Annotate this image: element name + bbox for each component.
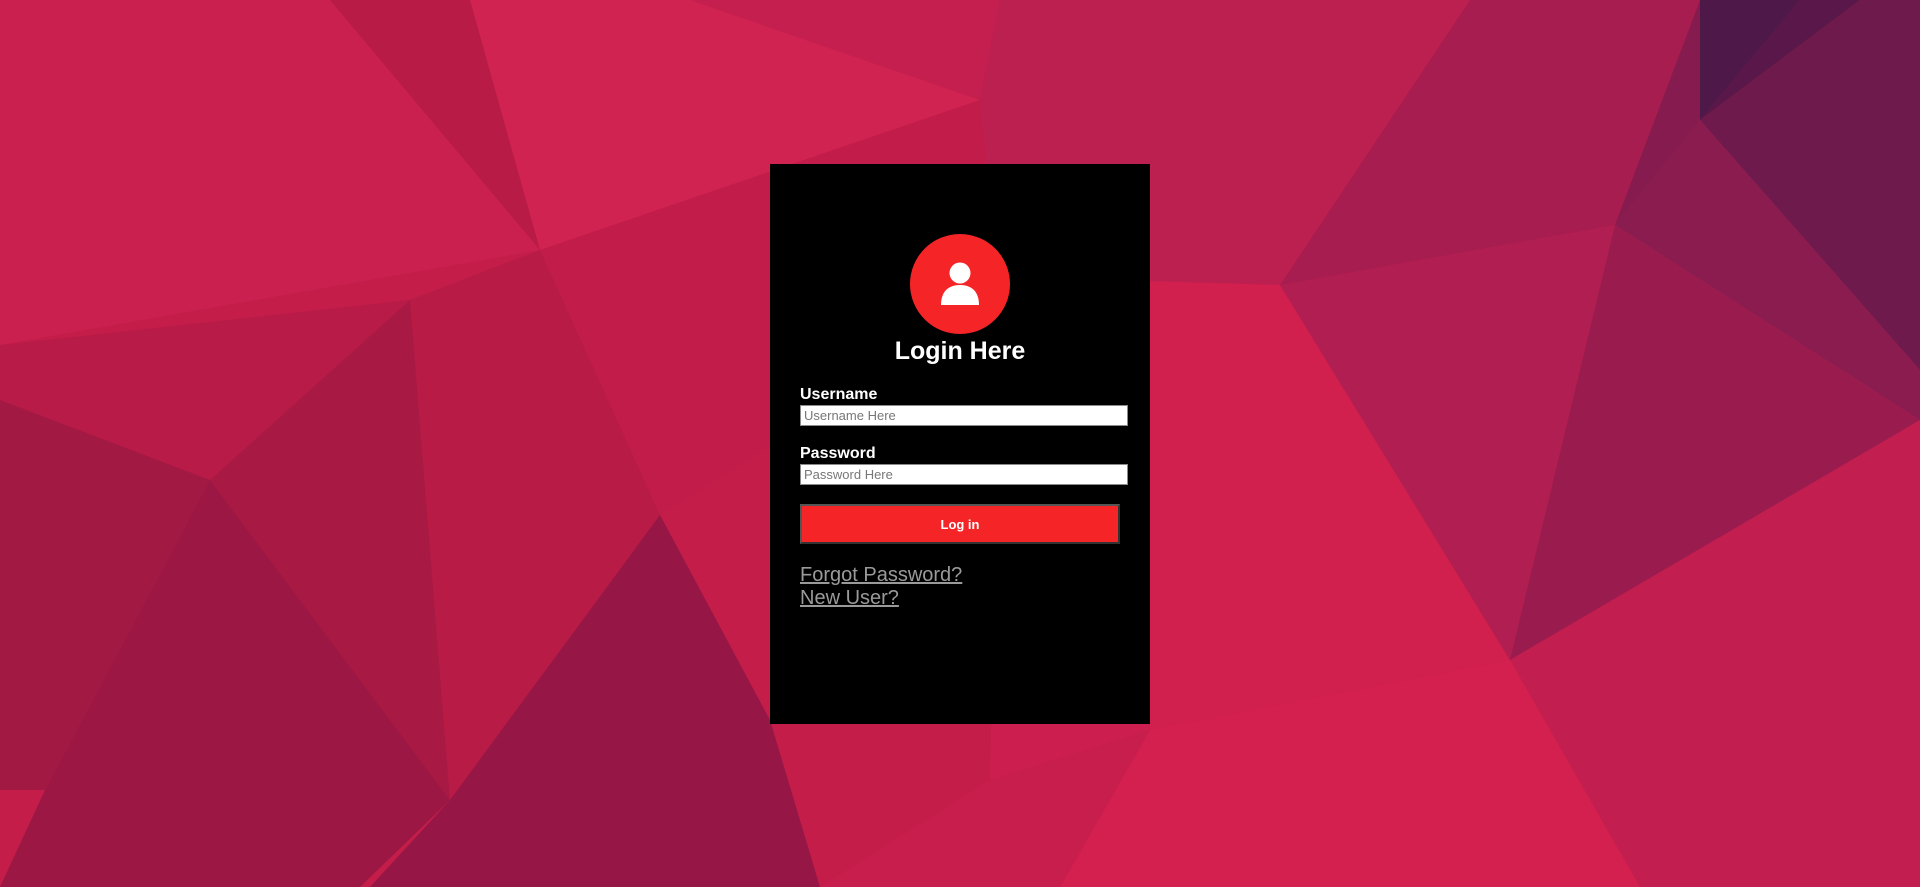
username-input[interactable] [800,405,1128,426]
login-button[interactable]: Log in [800,504,1120,544]
username-label: Username [800,386,878,403]
password-input[interactable] [800,464,1128,485]
user-icon [941,262,979,305]
avatar [910,234,1010,334]
page-title: Login Here [894,337,1026,365]
login-panel: Login Here Username Password Log in Forg… [770,164,1150,724]
forgot-password-link[interactable]: Forgot Password? [800,564,962,587]
password-label: Password [800,445,876,462]
new-user-link[interactable]: New User? [800,587,899,610]
